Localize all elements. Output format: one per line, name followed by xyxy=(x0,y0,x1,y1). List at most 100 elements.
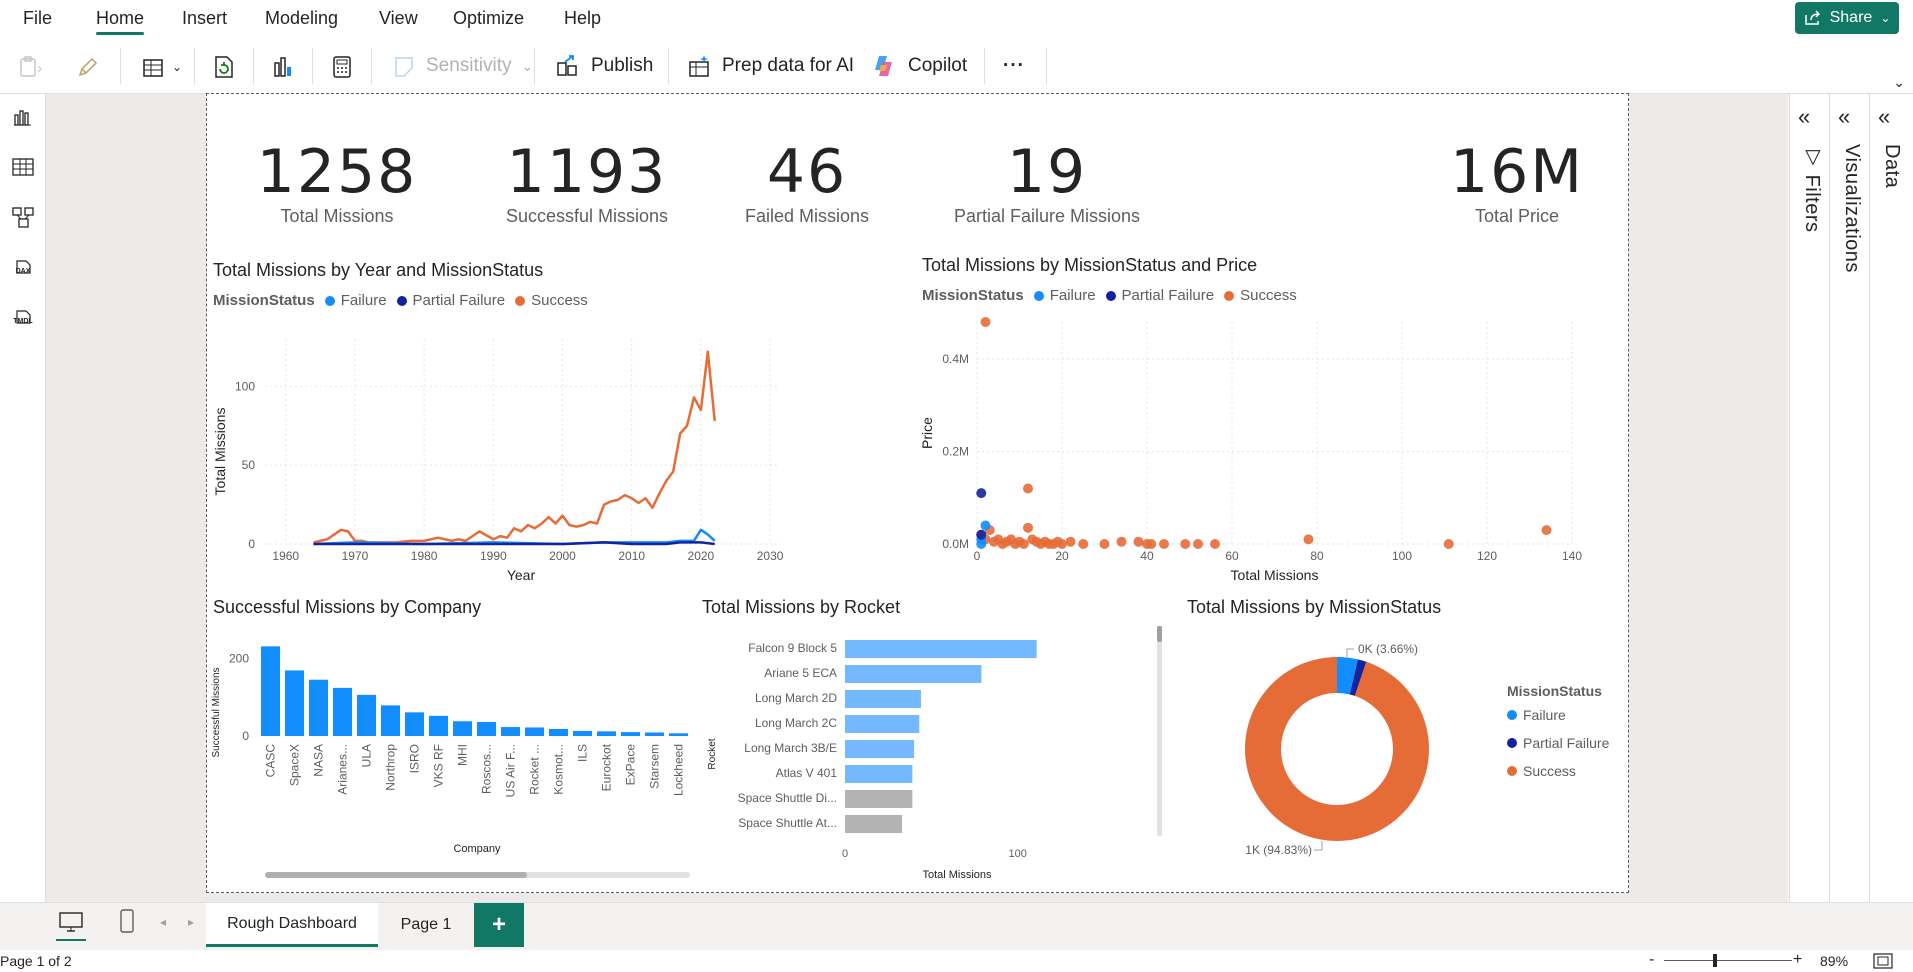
report-page[interactable]: 1258 Total Missions 1193 Successful Miss… xyxy=(206,93,1629,893)
menu-view[interactable]: View xyxy=(379,8,418,29)
kpi-value: 1258 xyxy=(256,137,418,207)
kpi-total-price[interactable]: 16M Total Price xyxy=(1437,142,1597,227)
x-tick-label: ULA xyxy=(360,744,374,767)
kpi-partial-failure-missions[interactable]: 19 Partial Failure Missions xyxy=(937,142,1157,227)
series-line-failure xyxy=(313,528,716,546)
x-tick-label: 100 xyxy=(1008,848,1026,860)
format-painter-icon[interactable] xyxy=(76,53,104,81)
bar xyxy=(285,670,304,736)
zoom-level[interactable]: 89% xyxy=(1820,953,1848,969)
zoom-in-button[interactable]: + xyxy=(1793,951,1802,969)
legend-marker xyxy=(324,295,335,306)
bar xyxy=(621,732,640,736)
new-visual-icon[interactable] xyxy=(269,53,297,81)
prep-data-icon xyxy=(689,55,709,77)
fit-to-page-icon[interactable] xyxy=(1873,953,1893,972)
y-tick-label: 0.2M xyxy=(942,445,969,459)
calculator-icon[interactable] xyxy=(328,53,356,81)
zoom-slider-track[interactable] xyxy=(1664,960,1792,961)
page-tabs-bar: ◂ ▸ Rough Dashboard Page 1 + xyxy=(0,902,1913,950)
data-pane[interactable]: « Data xyxy=(1869,94,1913,902)
y-tick-label: Long March 3B/E xyxy=(744,741,837,755)
scatter-point xyxy=(1018,539,1029,549)
kpi-label: Failed Missions xyxy=(744,206,870,226)
zoom-slider-thumb[interactable] xyxy=(1713,954,1717,967)
publish-button[interactable]: Publish xyxy=(555,50,653,82)
bar xyxy=(845,740,915,758)
legend-item[interactable]: Partial Failure xyxy=(413,292,506,309)
x-tick-label: MHI xyxy=(456,744,470,766)
chevron-down-icon[interactable]: ⌄ xyxy=(163,53,191,81)
donut-chart[interactable]: 0K (3.66%) 1K (94.83%) MissionStatus Failur… xyxy=(1182,624,1622,889)
bar xyxy=(845,765,913,783)
menu-file[interactable]: File xyxy=(23,8,52,29)
tmdl-view-icon[interactable]: TMDL xyxy=(8,302,38,332)
collapse-ribbon-icon[interactable]: ⌄ xyxy=(1893,74,1905,91)
scatter-chart[interactable]: 0 20 40 60 80 100 120 140 0.0M 0.2M 0.4M Total Miss… xyxy=(912,314,1627,591)
visualizations-pane[interactable]: « Visualizations xyxy=(1829,94,1869,902)
desktop-layout-icon[interactable] xyxy=(56,911,86,941)
menu-home[interactable]: Home xyxy=(96,8,144,29)
x-tick-label: 2000 xyxy=(549,549,576,563)
bar xyxy=(845,790,913,808)
rocket-bar-chart[interactable]: Falcon 9 Block 5 Ariane 5 ECA Long March 2… xyxy=(697,624,1177,894)
expand-visualizations-icon[interactable]: « xyxy=(1838,104,1850,130)
menu-optimize[interactable]: Optimize xyxy=(453,8,524,29)
data-label[interactable]: Data xyxy=(1880,144,1903,188)
rocket-chart-title: Total Missions by Rocket xyxy=(702,597,901,617)
prep-data-label: Prep data for AI xyxy=(722,55,855,76)
kpi-successful-missions[interactable]: 1193 Successful Missions xyxy=(487,142,687,227)
menu-insert[interactable]: Insert xyxy=(182,8,227,29)
report-view-icon[interactable] xyxy=(8,102,38,132)
kpi-total-missions[interactable]: 1258 Total Missions xyxy=(247,142,427,227)
filters-pane[interactable]: « ▽ Filters xyxy=(1789,94,1829,902)
table-view-icon[interactable] xyxy=(8,152,38,182)
x-tick-label: ExPace xyxy=(624,744,638,786)
visualizations-label[interactable]: Visualizations xyxy=(1840,144,1863,273)
x-tick-label: Roscos... xyxy=(480,744,494,794)
scatter-point xyxy=(1210,539,1220,549)
legend-item[interactable]: Failure xyxy=(341,292,387,309)
bar xyxy=(381,705,400,736)
scroll-right-icon[interactable]: ▸ xyxy=(188,915,194,929)
x-tick-label: 100 xyxy=(1392,549,1412,563)
expand-filters-icon[interactable]: « xyxy=(1798,104,1810,130)
expand-data-icon[interactable]: « xyxy=(1878,104,1890,130)
y-tick-label: Falcon 9 Block 5 xyxy=(748,641,837,655)
filters-pane-label[interactable]: ▽ Filters xyxy=(1800,144,1824,233)
refresh-icon[interactable] xyxy=(210,53,238,81)
more-options-button[interactable]: ··· xyxy=(1003,50,1025,82)
kpi-failed-missions[interactable]: 46 Failed Missions xyxy=(727,142,887,227)
menu-modeling[interactable]: Modeling xyxy=(265,8,338,29)
bar xyxy=(261,646,280,736)
prep-data-ai-button[interactable]: Prep data for AI xyxy=(688,50,854,82)
legend-item[interactable]: Success xyxy=(1240,287,1297,304)
y-tick-label: Space Shuttle At... xyxy=(738,816,837,830)
zoom-out-button[interactable]: - xyxy=(1649,951,1654,969)
page-tab-page-1[interactable]: Page 1 xyxy=(380,903,472,947)
model-view-icon[interactable] xyxy=(8,202,38,232)
legend-item[interactable]: Success xyxy=(531,292,588,309)
share-button[interactable]: Share ⌄ xyxy=(1795,2,1899,34)
add-page-button[interactable]: + xyxy=(474,903,524,947)
x-tick-label: Northrop xyxy=(384,744,398,791)
bar xyxy=(549,729,568,736)
company-bar-chart[interactable]: 0 200 Successful Missions CASC SpaceX NASA Ari… xyxy=(207,624,697,894)
publish-label: Publish xyxy=(591,55,654,76)
scroll-left-icon[interactable]: ◂ xyxy=(160,915,166,929)
legend-item[interactable]: Partial Failure xyxy=(1122,287,1215,304)
line-chart[interactable]: 1960 1970 1980 1990 2000 2010 2020 2030 0 50 100 Ye… xyxy=(207,319,927,591)
menu-help[interactable]: Help xyxy=(564,8,601,29)
toolbar-separator xyxy=(312,48,313,84)
x-axis-label: Year xyxy=(507,567,536,583)
toolbar-separator xyxy=(120,48,121,84)
legend-item[interactable]: Failure xyxy=(1050,287,1096,304)
dax-query-icon[interactable]: DAX xyxy=(8,252,38,282)
page-tab-rough-dashboard[interactable]: Rough Dashboard xyxy=(206,903,378,947)
toolbar-separator xyxy=(194,48,195,84)
copilot-button[interactable]: Copilot xyxy=(872,50,967,82)
page-tab-label: Page 1 xyxy=(400,916,452,933)
paste-icon[interactable] xyxy=(16,53,44,81)
mobile-layout-icon[interactable] xyxy=(118,909,136,940)
sensitivity-button[interactable]: Sensitivity ⌄ xyxy=(392,50,533,82)
